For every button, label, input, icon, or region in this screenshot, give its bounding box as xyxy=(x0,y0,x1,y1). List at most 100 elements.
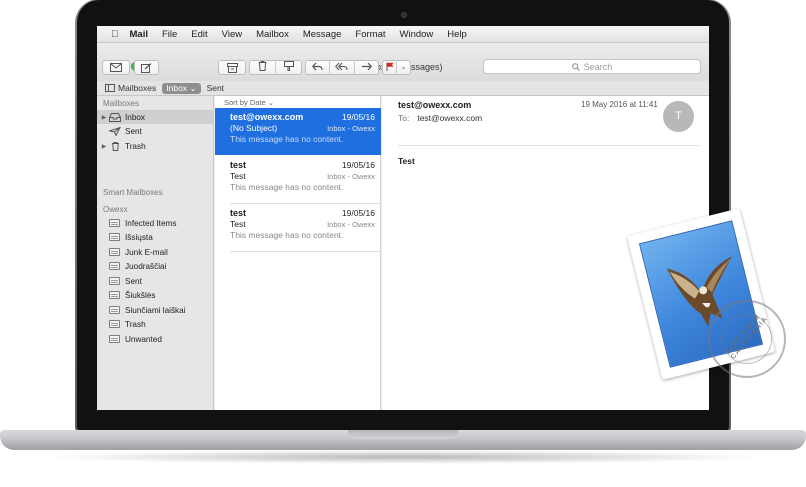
message-date: 19/05/16 xyxy=(341,112,375,122)
reply-all-button[interactable] xyxy=(330,61,353,75)
message-row[interactable]: test@owexx.com 19/05/16 (No Subject) Inb… xyxy=(215,108,381,155)
sidebar-folder[interactable]: Sent xyxy=(97,274,214,288)
sidebar-folder[interactable]: Išsiųsta xyxy=(97,230,214,244)
apple-menu-icon[interactable]:  xyxy=(111,29,119,40)
chevron-down-icon: ⌄ xyxy=(400,63,407,71)
sidebar-folder-label: Trash xyxy=(125,319,146,329)
folder-icon xyxy=(109,218,120,227)
message-sender: test xyxy=(230,208,247,218)
thumbs-down-icon xyxy=(283,60,294,71)
sort-button[interactable]: Sort by Date ⌄ xyxy=(224,98,274,107)
mailboxes-toggle-button[interactable]: Mailboxes xyxy=(105,83,156,93)
sidebar-folder[interactable]: Unwanted xyxy=(97,332,214,346)
sidebar-folder[interactable]: Šiukšlės xyxy=(97,288,214,302)
viewer-recipient-row: To: test@owexx.com xyxy=(398,113,482,123)
menu-file[interactable]: File xyxy=(162,29,177,40)
folder-icon xyxy=(109,261,120,270)
menu-help[interactable]: Help xyxy=(447,29,467,40)
sidebar-folder-label: Siunčiami laiškai xyxy=(125,305,186,315)
menu-window[interactable]: Window xyxy=(400,29,434,40)
menu-view[interactable]: View xyxy=(222,29,242,40)
trash-icon xyxy=(258,60,267,71)
compose-button[interactable] xyxy=(134,60,159,75)
favorite-sent-button[interactable]: Sent xyxy=(207,83,225,93)
menu-mail[interactable]: Mail xyxy=(130,29,148,40)
folder-icon xyxy=(109,276,120,285)
divider xyxy=(398,145,700,146)
sidebar-folder-label: Šiukšlės xyxy=(125,290,156,300)
sidebar-folder-label: Sent xyxy=(125,276,142,286)
sidebar-folder-label: Infected Items xyxy=(125,218,177,228)
sidebar-item-label: Sent xyxy=(125,126,142,136)
avatar: T xyxy=(663,101,694,132)
mailboxes-toggle-label: Mailboxes xyxy=(118,83,157,93)
message-sender: test xyxy=(230,160,247,170)
divider xyxy=(230,251,381,252)
sort-label: Sort by Date xyxy=(224,98,266,107)
message-subject: Test xyxy=(230,171,246,181)
search-icon xyxy=(571,62,580,71)
message-row[interactable]: test 19/05/16 Test Inbox - Owexx This me… xyxy=(215,204,381,251)
account-header[interactable]: Owexx xyxy=(103,205,127,214)
sidebar-folder[interactable]: Trash xyxy=(97,317,214,331)
delete-button[interactable] xyxy=(250,60,275,75)
viewer-recipient[interactable]: test@owexx.com xyxy=(417,113,482,123)
sidebar-icon xyxy=(105,84,115,92)
message-subject: (No Subject) xyxy=(230,123,278,133)
reply-icon xyxy=(312,62,323,70)
flag-cell xyxy=(383,61,396,75)
viewer-sender[interactable]: test@owexx.com xyxy=(398,100,471,110)
folder-icon xyxy=(109,290,120,299)
sidebar-folder[interactable]: Juodraščiai xyxy=(97,259,214,273)
message-preview: This message has no content. xyxy=(230,230,344,240)
menu-format[interactable]: Format xyxy=(355,29,385,40)
archive-icon xyxy=(226,62,238,73)
favorite-inbox-label: Inbox xyxy=(166,82,188,93)
sidebar-folder[interactable]: Siunčiami laiškai xyxy=(97,303,214,317)
message-preview: This message has no content. xyxy=(230,182,344,192)
favorite-inbox-button[interactable]: Inbox ⌄ xyxy=(162,82,201,94)
laptop-stage:  Mail File Edit View Mailbox Message Fo… xyxy=(0,0,806,487)
message-row[interactable]: test 19/05/16 Test Inbox - Owexx This me… xyxy=(215,156,381,203)
get-mail-button[interactable] xyxy=(102,60,130,75)
favorites-bar: Mailboxes Inbox ⌄ Sent xyxy=(97,81,709,96)
archive-button[interactable] xyxy=(218,60,246,75)
message-subject: Test xyxy=(230,219,246,229)
laptop-notch xyxy=(348,430,458,439)
sidebar-folder-label: Juodraščiai xyxy=(125,261,167,271)
folder-icon xyxy=(109,232,120,241)
inbox-icon xyxy=(109,112,121,122)
mailboxes-header[interactable]: Mailboxes xyxy=(103,99,139,108)
viewer-date: 19 May 2016 at 11:41 xyxy=(581,100,658,109)
sidebar-folder[interactable]: Infected Items xyxy=(97,216,214,230)
junk-button[interactable] xyxy=(276,60,301,75)
sidebar-folder[interactable]: Junk E-mail xyxy=(97,245,214,259)
folder-icon xyxy=(109,334,120,343)
forward-button[interactable] xyxy=(355,61,378,75)
reply-button[interactable] xyxy=(306,61,329,75)
laptop-shadow xyxy=(40,450,766,464)
flag-button[interactable]: ⌄ xyxy=(382,60,411,75)
menu-message[interactable]: Message xyxy=(303,29,342,40)
sidebar-item-label: Inbox xyxy=(125,112,146,122)
sidebar-item-inbox[interactable]: ▶ Inbox xyxy=(97,110,214,124)
smart-mailboxes-header[interactable]: Smart Mailboxes xyxy=(103,188,163,197)
menu-edit[interactable]: Edit xyxy=(191,29,207,40)
disclosure-triangle-icon[interactable]: ▶ xyxy=(99,143,109,150)
sidebar: Mailboxes ▶ Inbox Sent ▶ Trash Smart Mai… xyxy=(97,96,214,410)
message-mailbox: Inbox - Owexx xyxy=(327,220,375,229)
disclosure-triangle-icon[interactable]: ▶ xyxy=(99,114,109,121)
forward-icon xyxy=(361,62,372,70)
envelope-icon xyxy=(110,63,122,72)
message-mailbox: Inbox - Owexx xyxy=(327,172,375,181)
flag-icon xyxy=(386,62,393,71)
to-label: To: xyxy=(398,113,410,123)
search-field[interactable]: Search xyxy=(483,59,701,74)
chevron-down-icon: ⌄ xyxy=(267,98,275,107)
sidebar-item-trash[interactable]: ▶ Trash xyxy=(97,139,214,153)
menu-mailbox[interactable]: Mailbox xyxy=(256,29,289,40)
sidebar-item-sent[interactable]: Sent xyxy=(97,124,214,138)
folder-icon xyxy=(109,247,120,256)
message-body: Test xyxy=(398,156,415,166)
reply-forward-group xyxy=(305,60,379,75)
